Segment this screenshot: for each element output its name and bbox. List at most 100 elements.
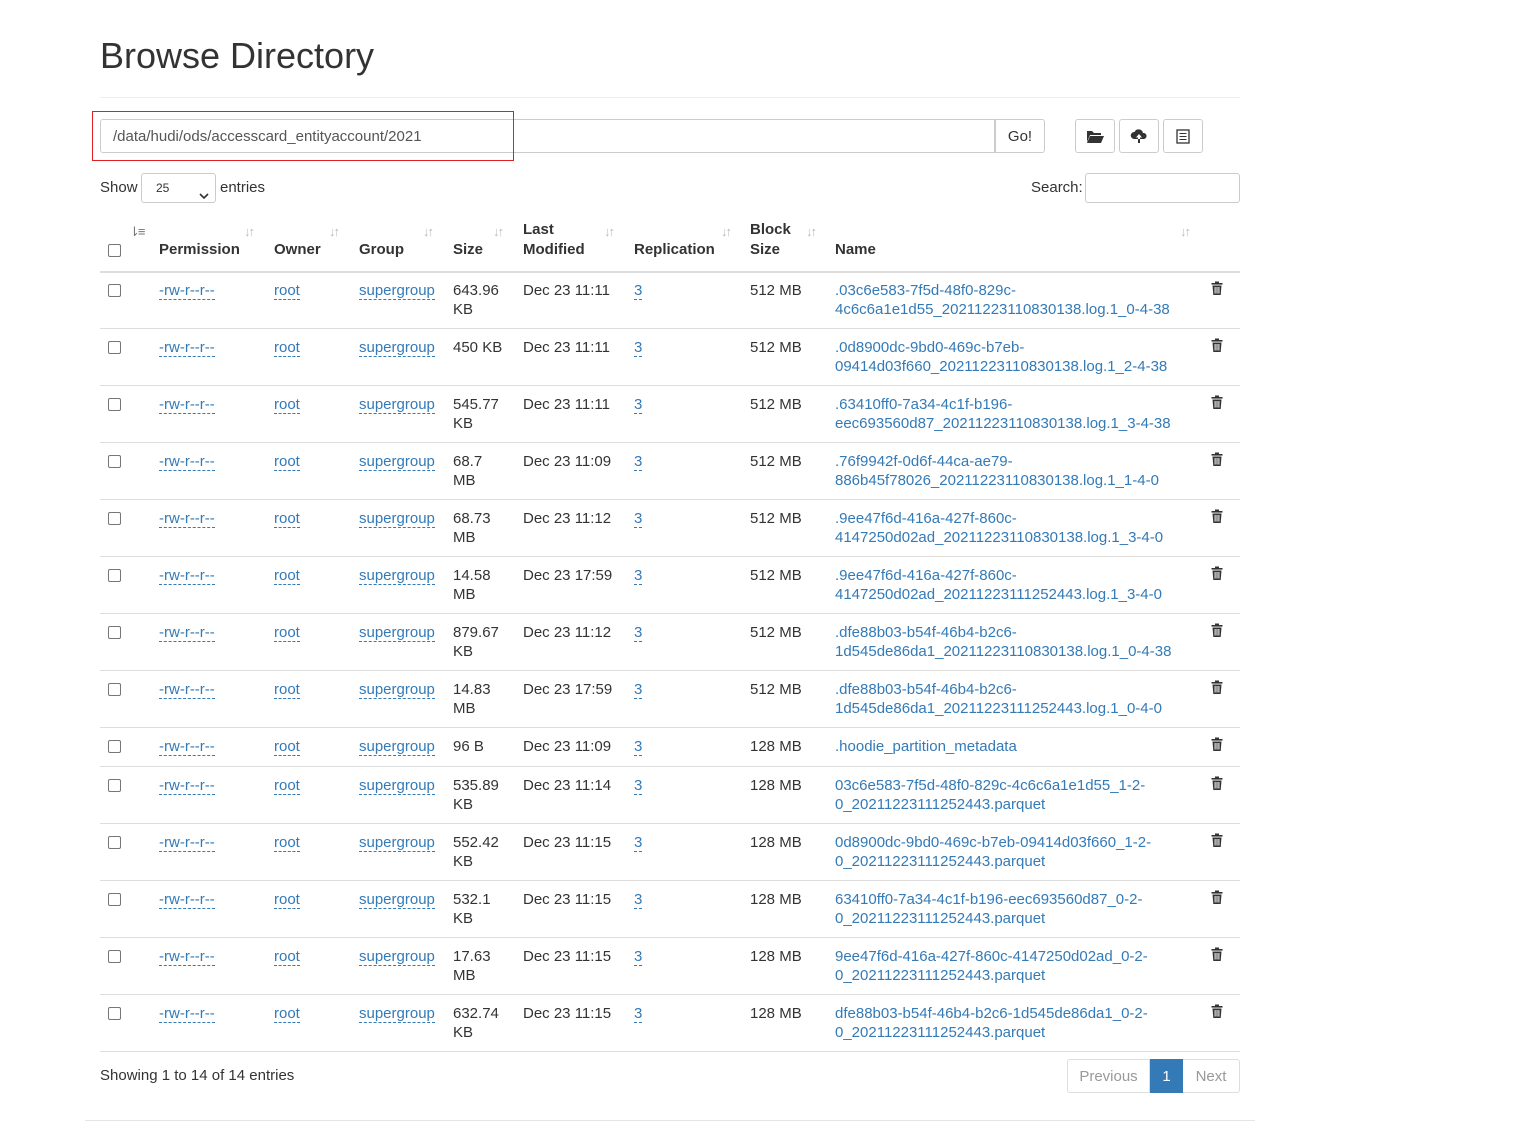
permission-link[interactable]: -rw-r--r-- [159,396,215,414]
file-name-link[interactable]: 03c6e583-7f5d-48f0-829c-4c6c6a1e1d55_1-2… [835,776,1145,814]
group-link[interactable]: supergroup [359,834,435,852]
file-name-link[interactable]: 63410ff0-7a34-4c1f-b196-eec693560d87_0-2… [835,890,1142,928]
owner-link[interactable]: root [274,396,300,414]
replication-link[interactable]: 3 [634,510,643,528]
permission-link[interactable]: -rw-r--r-- [159,948,215,966]
owner-link[interactable]: root [274,738,300,756]
row-checkbox[interactable] [108,683,121,696]
row-checkbox[interactable] [108,569,121,582]
trash-icon[interactable] [1211,566,1223,585]
replication-link[interactable]: 3 [634,777,643,795]
replication-link[interactable]: 3 [634,891,643,909]
group-link[interactable]: supergroup [359,567,435,585]
trash-icon[interactable] [1211,776,1223,795]
replication-link[interactable]: 3 [634,738,643,756]
trash-icon[interactable] [1211,680,1223,699]
previous-page-button[interactable]: Previous [1067,1059,1150,1093]
permission-link[interactable]: -rw-r--r-- [159,510,215,528]
row-checkbox[interactable] [108,455,121,468]
sort-icon[interactable]: ↓↑ [493,224,504,239]
group-link[interactable]: supergroup [359,891,435,909]
row-checkbox[interactable] [108,284,121,297]
replication-link[interactable]: 3 [634,1005,643,1023]
row-checkbox[interactable] [108,512,121,525]
column-header-name[interactable]: Name [835,240,876,260]
replication-link[interactable]: 3 [634,453,643,471]
page-1-button[interactable]: 1 [1150,1059,1183,1093]
group-link[interactable]: supergroup [359,738,435,756]
group-link[interactable]: supergroup [359,777,435,795]
search-input[interactable] [1085,173,1240,203]
file-name-link[interactable]: .9ee47f6d-416a-427f-860c- 4147250d02ad_20… [835,509,1163,547]
sort-icon[interactable]: ↓↑ [244,224,255,239]
row-checkbox[interactable] [108,950,121,963]
column-header-replication[interactable]: Replication [634,240,715,260]
row-checkbox[interactable] [108,893,121,906]
column-header-permission[interactable]: Permission [159,240,240,260]
owner-link[interactable]: root [274,681,300,699]
upload-button[interactable] [1119,119,1159,153]
row-checkbox[interactable] [108,740,121,753]
file-name-link[interactable]: .76f9942f-0d6f-44ca-ae79- 886b45f78026_20… [835,452,1159,490]
file-name-link[interactable]: .dfe88b03-b54f-46b4-b2c6- 1d545de86da1_20… [835,623,1171,661]
permission-link[interactable]: -rw-r--r-- [159,339,215,357]
permission-link[interactable]: -rw-r--r-- [159,453,215,471]
replication-link[interactable]: 3 [634,681,643,699]
sort-active-icon[interactable]: ⇂≡ [129,224,146,240]
sort-icon[interactable]: ↓↑ [806,224,817,239]
trash-icon[interactable] [1211,947,1223,966]
group-link[interactable]: supergroup [359,681,435,699]
owner-link[interactable]: root [274,567,300,585]
file-name-link[interactable]: .9ee47f6d-416a-427f-860c- 4147250d02ad_20… [835,566,1162,604]
group-link[interactable]: supergroup [359,948,435,966]
permission-link[interactable]: -rw-r--r-- [159,891,215,909]
next-page-button[interactable]: Next [1183,1059,1240,1093]
entries-per-page-select[interactable]: 25 [141,173,216,203]
replication-link[interactable]: 3 [634,948,643,966]
trash-icon[interactable] [1211,833,1223,852]
trash-icon[interactable] [1211,452,1223,471]
replication-link[interactable]: 3 [634,396,643,414]
row-checkbox[interactable] [108,626,121,639]
trash-icon[interactable] [1211,890,1223,909]
group-link[interactable]: supergroup [359,624,435,642]
file-name-link[interactable]: .dfe88b03-b54f-46b4-b2c6- 1d545de86da1_20… [835,680,1162,718]
trash-icon[interactable] [1211,338,1223,357]
trash-icon[interactable] [1211,395,1223,414]
owner-link[interactable]: root [274,891,300,909]
permission-link[interactable]: -rw-r--r-- [159,1005,215,1023]
owner-link[interactable]: root [274,339,300,357]
file-name-link[interactable]: 0d8900dc-9bd0-469c-b7eb-09414d03f660_1-2… [835,833,1151,871]
path-input[interactable] [100,119,995,153]
trash-icon[interactable] [1211,737,1223,756]
replication-link[interactable]: 3 [634,567,643,585]
permission-link[interactable]: -rw-r--r-- [159,681,215,699]
row-checkbox[interactable] [108,779,121,792]
row-checkbox[interactable] [108,398,121,411]
owner-link[interactable]: root [274,834,300,852]
group-link[interactable]: supergroup [359,282,435,300]
column-header-last-modified[interactable]: Last Modified [523,220,585,260]
permission-link[interactable]: -rw-r--r-- [159,834,215,852]
group-link[interactable]: supergroup [359,1005,435,1023]
replication-link[interactable]: 3 [634,339,643,357]
permission-link[interactable]: -rw-r--r-- [159,624,215,642]
permission-link[interactable]: -rw-r--r-- [159,777,215,795]
trash-icon[interactable] [1211,509,1223,528]
owner-link[interactable]: root [274,510,300,528]
row-checkbox[interactable] [108,341,121,354]
group-link[interactable]: supergroup [359,339,435,357]
sort-icon[interactable]: ↓↑ [721,224,732,239]
sort-icon[interactable]: ↓↑ [604,224,615,239]
file-name-link[interactable]: 9ee47f6d-416a-427f-860c-4147250d02ad_0-2… [835,947,1148,985]
go-button[interactable]: Go! [995,119,1045,153]
group-link[interactable]: supergroup [359,453,435,471]
group-link[interactable]: supergroup [359,396,435,414]
column-header-block-size[interactable]: Block Size [750,220,791,260]
permission-link[interactable]: -rw-r--r-- [159,738,215,756]
sort-icon[interactable]: ↓↑ [1180,224,1191,239]
file-name-link[interactable]: .03c6e583-7f5d-48f0-829c- 4c6c6a1e1d55_20… [835,281,1170,319]
file-name-link[interactable]: .hoodie_partition_metadata [835,737,1017,756]
permission-link[interactable]: -rw-r--r-- [159,567,215,585]
column-header-group[interactable]: Group [359,240,404,260]
